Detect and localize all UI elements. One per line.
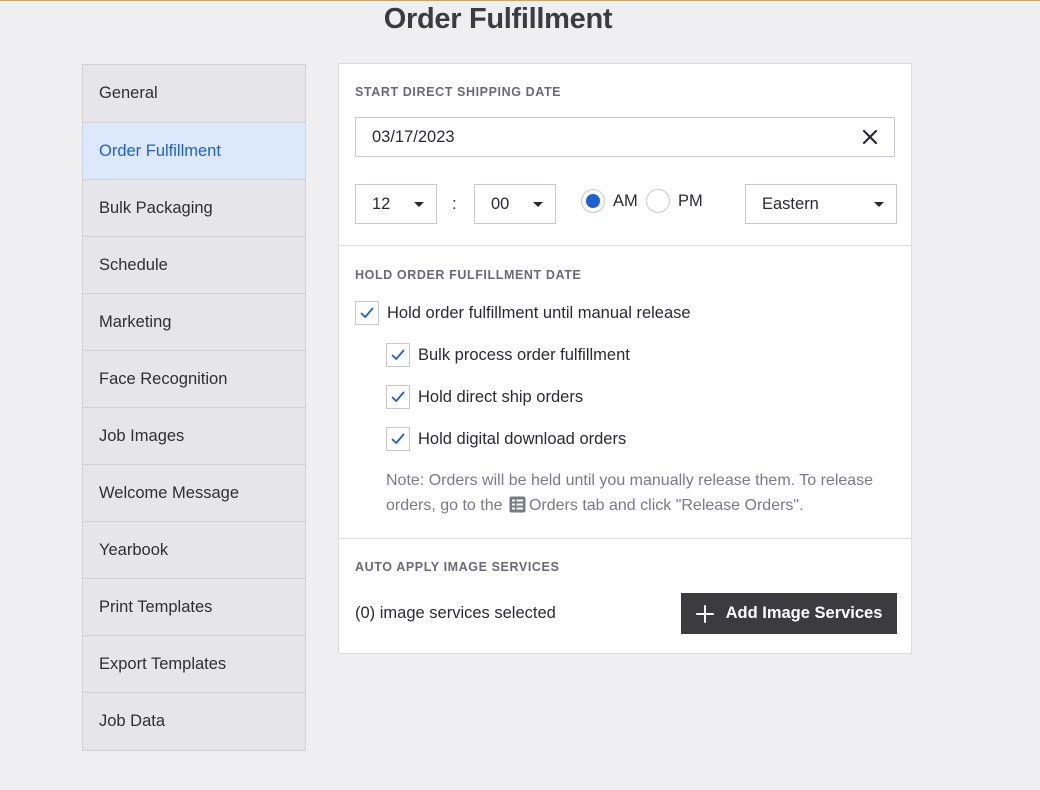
direct-ship-label: Hold direct ship orders xyxy=(418,387,584,406)
timezone-select[interactable]: Eastern xyxy=(745,184,897,224)
close-icon[interactable] xyxy=(860,127,880,147)
sidebar-item-bulk-packaging[interactable]: Bulk Packaging xyxy=(83,180,305,237)
checkmark-icon xyxy=(391,433,405,444)
shipping-date-value: 03/17/2023 xyxy=(372,127,455,146)
hold-note: Note: Orders will be held until you manu… xyxy=(386,468,898,521)
bulk-process-checkbox[interactable] xyxy=(386,343,410,367)
sidebar-item-welcome-message[interactable]: Welcome Message xyxy=(83,465,305,522)
add-image-services-button[interactable]: Add Image Services xyxy=(681,593,897,634)
note-text-after: Orders tab and click "Release Orders". xyxy=(528,497,804,514)
manual-release-option[interactable]: Hold order fulfillment until manual rele… xyxy=(355,301,691,325)
am-label: AM xyxy=(613,191,638,210)
page-title: Order Fulfillment xyxy=(383,3,613,35)
sidebar-item-print-templates[interactable]: Print Templates xyxy=(83,579,305,636)
manual-release-label: Hold order fulfillment until manual rele… xyxy=(387,303,691,322)
checkmark-icon xyxy=(391,391,405,402)
orders-list-icon xyxy=(509,496,526,521)
shipping-date-input[interactable]: 03/17/2023 xyxy=(355,117,895,157)
sidebar-item-marketing[interactable]: Marketing xyxy=(83,294,305,351)
digital-download-checkbox[interactable] xyxy=(386,427,410,451)
radio-selected-dot xyxy=(586,194,600,208)
hour-select[interactable]: 12 xyxy=(355,184,437,224)
services-count: (0) image services selected xyxy=(355,604,556,622)
digital-download-label: Hold digital download orders xyxy=(418,429,627,448)
digital-download-option[interactable]: Hold digital download orders xyxy=(386,427,626,451)
section-divider xyxy=(339,538,911,539)
checkmark-icon xyxy=(391,349,405,360)
services-section-label: AUTO APPLY IMAGE SERVICES xyxy=(355,560,560,574)
hold-section-label: HOLD ORDER FULFILLMENT DATE xyxy=(355,268,582,282)
sidebar-item-job-images[interactable]: Job Images xyxy=(83,408,305,465)
chevron-down-icon xyxy=(874,202,884,207)
plus-icon xyxy=(695,604,714,623)
checkmark-icon xyxy=(360,307,374,318)
sidebar-item-order-fulfillment[interactable]: Order Fulfillment xyxy=(83,123,305,180)
chevron-down-icon xyxy=(533,202,543,207)
sidebar-item-export-templates[interactable]: Export Templates xyxy=(83,636,305,693)
section-divider xyxy=(339,245,911,246)
shipping-section-label: START DIRECT SHIPPING DATE xyxy=(355,85,562,99)
chevron-down-icon xyxy=(414,202,424,207)
settings-sidebar: General Order Fulfillment Bulk Packaging… xyxy=(82,64,306,751)
manual-release-checkbox[interactable] xyxy=(355,301,379,325)
pm-radio-option[interactable]: PM xyxy=(646,189,703,213)
am-radio[interactable] xyxy=(581,189,605,213)
time-separator: : xyxy=(452,194,457,213)
settings-panel: START DIRECT SHIPPING DATE 03/17/2023 12… xyxy=(338,63,912,654)
timezone-value: Eastern xyxy=(762,194,819,213)
bulk-process-label: Bulk process order fulfillment xyxy=(418,345,630,364)
add-image-services-label: Add Image Services xyxy=(725,604,883,622)
sidebar-item-general[interactable]: General xyxy=(83,65,305,123)
bulk-process-option[interactable]: Bulk process order fulfillment xyxy=(386,343,630,367)
sidebar-item-face-recognition[interactable]: Face Recognition xyxy=(83,351,305,408)
pm-label: PM xyxy=(678,191,703,210)
am-radio-option[interactable]: AM xyxy=(581,189,638,213)
minute-value: 00 xyxy=(491,194,510,213)
direct-ship-checkbox[interactable] xyxy=(386,385,410,409)
sidebar-item-job-data[interactable]: Job Data xyxy=(83,693,305,750)
pm-radio[interactable] xyxy=(646,189,670,213)
minute-select[interactable]: 00 xyxy=(474,184,556,224)
hour-value: 12 xyxy=(372,194,391,213)
sidebar-item-yearbook[interactable]: Yearbook xyxy=(83,522,305,579)
direct-ship-option[interactable]: Hold direct ship orders xyxy=(386,385,583,409)
sidebar-item-schedule[interactable]: Schedule xyxy=(83,237,305,294)
